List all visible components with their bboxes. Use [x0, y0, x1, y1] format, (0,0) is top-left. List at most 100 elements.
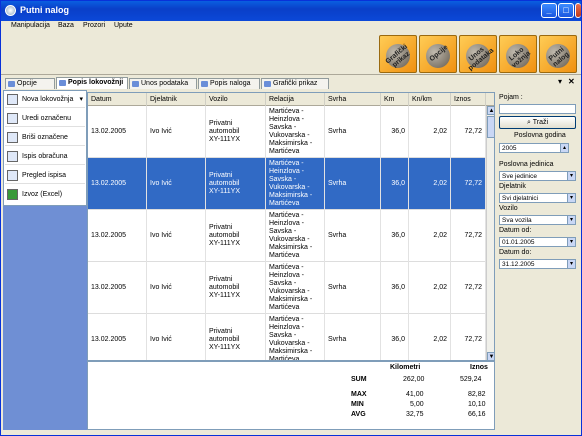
chevron-down-icon[interactable]: ▾	[79, 91, 83, 108]
uredi-oznacenu-button[interactable]: Uredi označenu	[5, 110, 85, 127]
column-header[interactable]: Datum	[88, 93, 147, 106]
scroll-thumb[interactable]	[487, 116, 494, 138]
table-row[interactable]: 13.02.2005 Ivo Ivić Privatni automobil XY-…	[88, 262, 486, 314]
table-cell-datum: 13.02.2005	[88, 210, 147, 262]
tab-icon	[8, 81, 15, 87]
tab-dropdown-icon[interactable]: ▾	[558, 77, 562, 86]
scroll-up-icon[interactable]: ▲	[487, 106, 494, 115]
tab-unos-podataka[interactable]: Unos podataka	[129, 78, 197, 89]
sidebar-panel-background	[3, 206, 87, 430]
table-cell-djelatnik: Ivo Ivić	[147, 262, 206, 314]
menu-upute[interactable]: Upute	[114, 22, 133, 29]
column-header[interactable]: Vozilo	[206, 93, 266, 106]
table-cell-km: 36,0	[381, 158, 409, 210]
vozilo-select[interactable]: Sva vozila ▾	[499, 215, 576, 225]
menu-manipulacija[interactable]: Manipulacija	[11, 22, 50, 29]
menu-prozori[interactable]: Prozori	[83, 22, 105, 29]
ispis-obracuna-button[interactable]: Ispis obračuna	[5, 148, 85, 165]
filter-panel: Pojam : ⌕ Traži Poslovna godina 2005 ▴ Po…	[496, 90, 580, 430]
column-header[interactable]: Km	[381, 93, 409, 106]
pojam-input[interactable]	[499, 104, 576, 114]
table-cell-svrha: Svrha	[325, 210, 381, 262]
djelatnik-select[interactable]: Svi djelatnici ▾	[499, 193, 576, 203]
stats-min-km: 5,00	[410, 401, 424, 408]
tab-popis-lokovoznji[interactable]: Popis lokovožnji	[56, 77, 128, 89]
column-header[interactable]: Djelatnik	[147, 93, 206, 106]
pregled-ispisa-button[interactable]: Pregled ispisa	[5, 167, 85, 184]
table-cell-iznos: 72,72	[451, 262, 486, 314]
trazi-button[interactable]: ⌕ Traži	[499, 116, 576, 129]
table-row[interactable]: 13.02.2005 Ivo Ivić Privatni automobil XY-…	[88, 106, 486, 158]
table-cell-vozilo: Privatni automobil XY-111YX	[206, 158, 266, 210]
stats-sum-iznos: 529,24	[460, 376, 482, 383]
nova-lokovoznja-button[interactable]: Nova lokovožnja ▾	[5, 91, 85, 108]
jedinica-select[interactable]: Sve jedinice ▾	[499, 171, 576, 181]
table-cell-knkm: 2,02	[409, 158, 451, 210]
godina-label: Poslovna godina	[514, 132, 566, 139]
column-header[interactable]: Relacija	[266, 93, 325, 106]
brisi-oznacene-button[interactable]: Briši označene	[5, 129, 85, 146]
izvoz-excel-button[interactable]: Izvoz (Excel)	[5, 186, 85, 203]
table-row[interactable]: 13.02.2005 Ivo Ivić Privatni automobil XY-…	[88, 314, 486, 360]
datum-od-label: Datum od:	[499, 227, 532, 234]
table-cell-km: 36,0	[381, 210, 409, 262]
close-button[interactable]	[575, 3, 581, 18]
godina-stepper[interactable]: 2005 ▴	[499, 143, 569, 153]
datum-do-label: Datum do:	[499, 249, 532, 256]
pojam-label: Pojam :	[499, 94, 523, 101]
table-cell-datum: 13.02.2005	[88, 158, 147, 210]
table-cell-datum: 13.02.2005	[88, 262, 147, 314]
tool-opcije[interactable]: Opcije	[419, 35, 457, 73]
chevron-down-icon[interactable]: ▾	[567, 216, 575, 224]
chevron-down-icon[interactable]: ▾	[567, 194, 575, 202]
stats-sum-km: 262,00	[403, 376, 425, 383]
stats-min-label: MIN	[351, 401, 364, 408]
title-bar[interactable]: Putni nalog _ □	[1, 1, 581, 21]
maximize-button[interactable]: □	[558, 3, 574, 18]
status-bar	[1, 430, 581, 435]
vertical-scrollbar[interactable]: ▲ ▼	[486, 106, 494, 360]
table-cell-relacija: Martićeva - Heinzlova - Savska - Vukovar…	[266, 106, 325, 158]
tab-graficki-prikaz[interactable]: Grafički prikaz	[261, 78, 329, 89]
table-cell-svrha: Svrha	[325, 314, 381, 360]
delete-icon	[7, 132, 18, 143]
chevron-down-icon[interactable]: ▾	[567, 172, 575, 180]
stats-max-iznos: 82,82	[468, 391, 486, 398]
chevron-down-icon[interactable]: ▾	[567, 260, 575, 268]
tool-graficki-prikaz[interactable]: Grafički prikaz	[379, 35, 417, 73]
tab-icon	[132, 81, 139, 87]
table-row[interactable]: 13.02.2005 Ivo Ivić Privatni automobil XY-…	[88, 158, 486, 210]
datum-do-picker[interactable]: 31.12.2005 ▾	[499, 259, 576, 269]
tool-loko-voznja[interactable]: Loko vožnja	[499, 35, 537, 73]
tab-close-icon[interactable]: ✕	[568, 77, 575, 86]
tool-unos-podataka[interactable]: Unos podataka	[459, 35, 497, 73]
table-row[interactable]: 13.02.2005 Ivo Ivić Privatni automobil XY-…	[88, 210, 486, 262]
jedinica-label: Poslovna jedinica	[499, 161, 554, 168]
statistics-panel: Kilometri Iznos SUM 262,00 529,24 MAX 41…	[87, 361, 495, 430]
table-cell-iznos: 72,72	[451, 210, 486, 262]
datum-od-picker[interactable]: 01.01.2005 ▾	[499, 237, 576, 247]
table-cell-iznos: 72,72	[451, 106, 486, 158]
menu-baza[interactable]: Baza	[58, 22, 74, 29]
column-header[interactable]: Svrha	[325, 93, 381, 106]
tab-icon	[201, 81, 208, 87]
minimize-button[interactable]: _	[541, 3, 557, 18]
tab-opcije[interactable]: Opcije	[5, 78, 55, 89]
lokovoznje-table: Datum Djelatnik Vozilo Relacija Svrha Km…	[87, 92, 495, 361]
tool-putni-nalog[interactable]: Putni nalog	[539, 35, 577, 73]
tab-popis-naloga[interactable]: Popis naloga	[198, 78, 260, 89]
table-cell-svrha: Svrha	[325, 262, 381, 314]
main-window: Putni nalog _ □ Manipulacija Baza Prozor…	[0, 0, 582, 436]
stepper-icon[interactable]: ▴	[560, 144, 568, 152]
table-cell-svrha: Svrha	[325, 158, 381, 210]
toolbar: Grafički prikaz Opcije Unos podataka Lok…	[1, 33, 581, 75]
table-cell-djelatnik: Ivo Ivić	[147, 210, 206, 262]
print-icon	[7, 151, 18, 162]
column-header[interactable]: Iznos	[451, 93, 486, 106]
table-cell-relacija: Martićeva - Heinzlova - Savska - Vukovar…	[266, 158, 325, 210]
scroll-down-icon[interactable]: ▼	[487, 352, 494, 360]
table-cell-knkm: 2,02	[409, 262, 451, 314]
stats-max-label: MAX	[351, 391, 367, 398]
column-header[interactable]: Kn/km	[409, 93, 451, 106]
chevron-down-icon[interactable]: ▾	[567, 238, 575, 246]
